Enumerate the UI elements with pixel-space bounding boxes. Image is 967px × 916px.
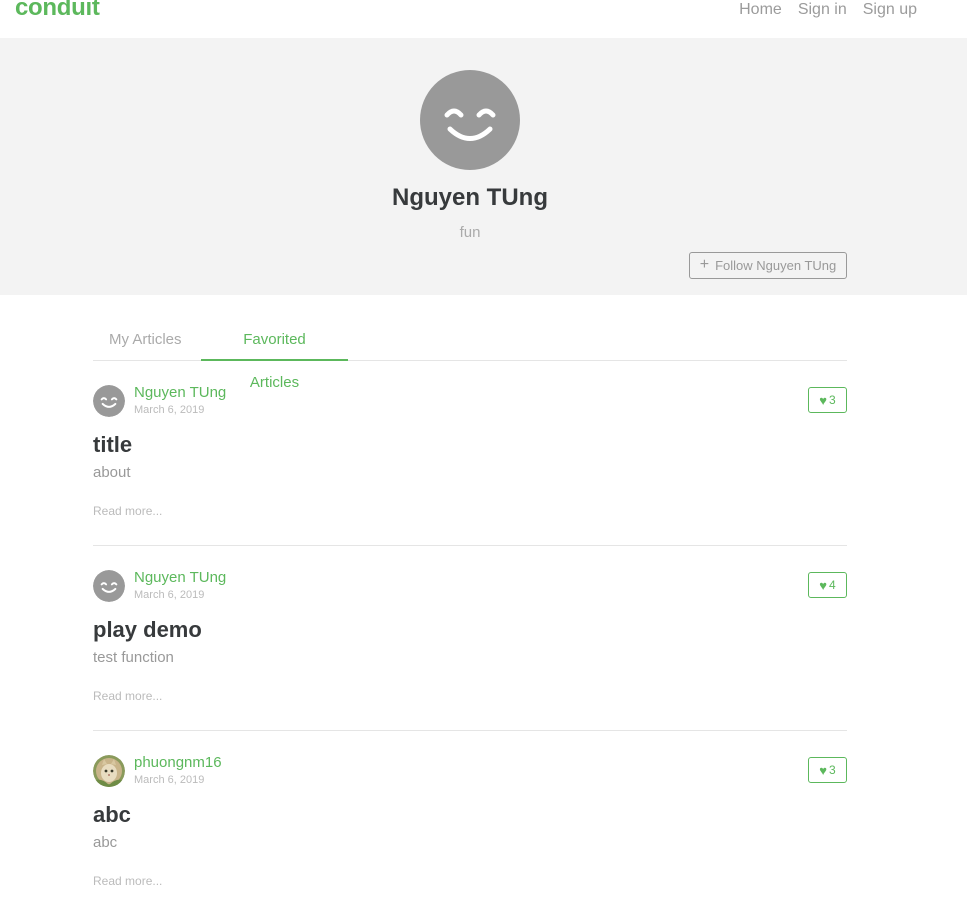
profile-bio: fun [459, 224, 481, 241]
article-description: abc [93, 834, 118, 851]
author-name-link[interactable]: Nguyen TUng [134, 569, 226, 586]
article-title[interactable]: abc [93, 802, 131, 828]
profile-banner: Nguyen TUng fun + Follow Nguyen TUng [0, 38, 967, 295]
nav-signup-link[interactable]: Sign up [855, 0, 925, 20]
follow-button-label: Follow Nguyen TUng [715, 258, 837, 273]
nav-links: Home Sign in Sign up [731, 0, 925, 20]
brand-logo[interactable]: conduit [15, 0, 100, 22]
heart-icon: ♥ [819, 392, 828, 408]
article-date: March 6, 2019 [134, 774, 205, 786]
article-date: March 6, 2019 [134, 404, 205, 416]
favorite-button[interactable]: ♥ 3 [808, 757, 847, 783]
profile-name: Nguyen TUng [392, 184, 548, 211]
article-tabs: My Articles Favorited Articles [93, 318, 847, 391]
favorite-count: 3 [829, 763, 836, 777]
author-avatar[interactable] [93, 755, 125, 787]
favorite-button[interactable]: ♥ 4 [808, 572, 847, 598]
tab-my-articles[interactable]: My Articles [93, 318, 198, 361]
smiley-avatar-icon [420, 70, 520, 170]
author-avatar[interactable] [93, 570, 125, 602]
favorite-button[interactable]: ♥ 3 [808, 387, 847, 413]
author-name-link[interactable]: phuongnm16 [134, 754, 222, 771]
favorite-count: 3 [829, 393, 836, 407]
favorite-count: 4 [829, 578, 836, 592]
article-title[interactable]: play demo [93, 617, 202, 643]
heart-icon: ♥ [819, 762, 828, 778]
article-preview: phuongnm16 March 6, 2019 ♥ 3 abc abc Rea… [93, 731, 847, 916]
heart-icon: ♥ [819, 577, 828, 593]
follow-button[interactable]: + Follow Nguyen TUng [689, 252, 847, 279]
author-avatar[interactable] [93, 385, 125, 417]
nav-home-link[interactable]: Home [731, 0, 790, 20]
read-more-link[interactable]: Read more... [93, 689, 162, 703]
read-more-link[interactable]: Read more... [93, 874, 162, 888]
article-preview: Nguyen TUng March 6, 2019 ♥ 3 title abou… [93, 361, 847, 546]
article-date: March 6, 2019 [134, 589, 205, 601]
article-preview: Nguyen TUng March 6, 2019 ♥ 4 play demo … [93, 546, 847, 731]
tab-favorited-articles[interactable]: Favorited Articles [201, 318, 348, 391]
article-title[interactable]: title [93, 432, 132, 458]
author-name-link[interactable]: Nguyen TUng [134, 384, 226, 401]
read-more-link[interactable]: Read more... [93, 504, 162, 518]
article-description: about [93, 464, 131, 481]
article-description: test function [93, 649, 174, 666]
nav-signin-link[interactable]: Sign in [790, 0, 855, 20]
navbar: conduit Home Sign in Sign up [0, 0, 967, 38]
plus-icon: + [699, 255, 710, 273]
